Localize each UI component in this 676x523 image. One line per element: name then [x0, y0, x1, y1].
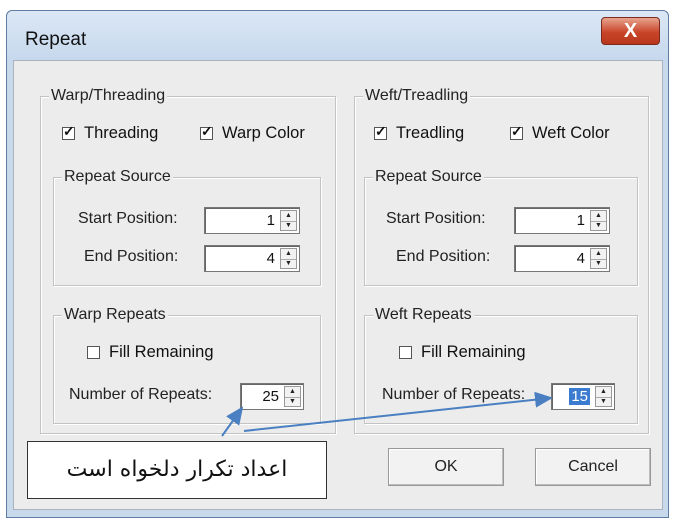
arrow-to-warp-repeats	[221, 406, 244, 437]
arrow-to-weft-repeats	[243, 391, 553, 432]
annotation-callout: اعداد تکرار دلخواه است	[27, 441, 327, 499]
